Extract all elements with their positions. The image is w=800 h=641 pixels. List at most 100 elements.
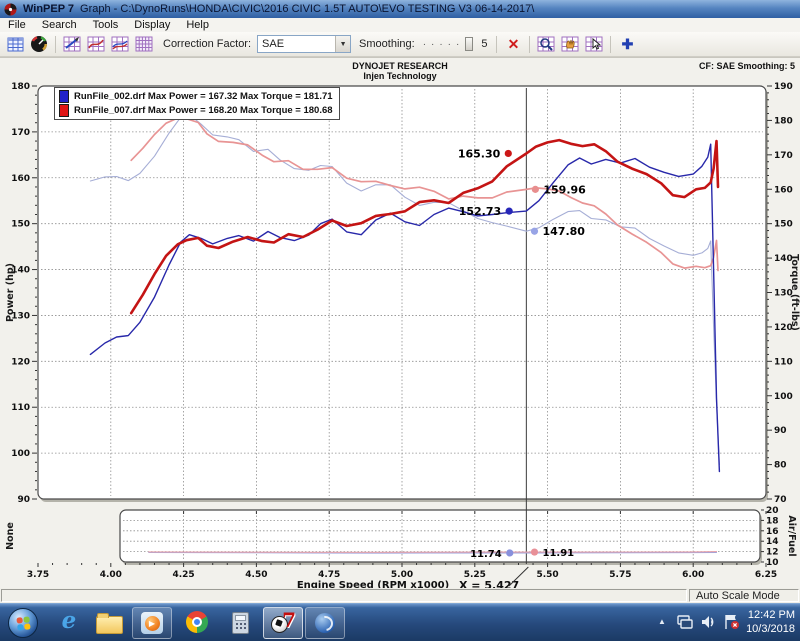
taskbar-dynojet-app-button[interactable] — [305, 607, 345, 639]
cursor-dot-torque — [532, 186, 539, 193]
afr-tick-label: 16 — [766, 527, 779, 537]
graph-grid-icon[interactable] — [4, 34, 26, 54]
gauge-icon[interactable] — [28, 34, 50, 54]
window-title: Graph - C:\DynoRuns\HONDA\CIVIC\2016 CIV… — [80, 3, 534, 15]
graph-multi-icon[interactable] — [133, 34, 155, 54]
title-bar: WinPEP 7 Graph - C:\DynoRuns\HONDA\CIVIC… — [0, 0, 800, 18]
clock-date: 10/3/2018 — [746, 622, 795, 636]
slider-handle[interactable] — [465, 37, 473, 51]
x-tick-label: 5.50 — [536, 570, 558, 580]
desktop: { "window": { "app_name": "WinPEP 7", "t… — [0, 0, 800, 640]
x-tick-label: 4.50 — [245, 570, 267, 580]
menu-bar: File Search Tools Display Help — [0, 18, 800, 33]
action-center-flag-icon[interactable] — [726, 615, 739, 629]
toolbar-separator — [55, 36, 56, 53]
menu-file[interactable]: File — [0, 19, 34, 31]
taskbar-chrome-icon[interactable] — [186, 611, 208, 633]
menu-help[interactable]: Help — [178, 19, 217, 31]
chart-settings-readout: CF: SAE Smoothing: 5 — [699, 61, 795, 71]
zoom-graph-icon[interactable] — [535, 34, 557, 54]
x-tick-label: 4.00 — [100, 570, 122, 580]
graph-view: 9010011012013014015016017018070809010011… — [0, 57, 800, 589]
cursor-dot-power — [505, 150, 512, 157]
slider-ticks: ····· — [423, 39, 465, 50]
afr-tick-label: 20 — [766, 506, 779, 516]
scale-mode-indicator: Auto Scale Mode — [689, 589, 799, 602]
x-tick-label: 5.00 — [391, 570, 413, 580]
chart-title: DYNOJET RESEARCH — [0, 61, 800, 71]
afr-tick-label: 12 — [766, 548, 779, 558]
torque-tick-label: 150 — [774, 220, 793, 230]
taskbar-internet-explorer-icon[interactable]: e — [56, 607, 82, 635]
legend-swatch — [59, 90, 69, 103]
taskbar-clock[interactable]: 12:42 PM 10/3/2018 — [746, 608, 795, 636]
graph-compare-icon[interactable] — [109, 34, 131, 54]
winpep-seven-glyph: 7 — [282, 608, 296, 632]
power-tick-label: 150 — [11, 220, 30, 230]
pan-graph-icon[interactable] — [559, 34, 581, 54]
delete-graph-icon[interactable]: ✕ — [502, 34, 524, 54]
toolbar: Correction Factor: SAE ▼ Smoothing: ····… — [0, 32, 800, 57]
correction-factor-value: SAE — [258, 38, 335, 50]
torque-tick-label: 80 — [774, 461, 787, 471]
app-name: WinPEP 7 — [23, 3, 74, 15]
power-tick-label: 100 — [11, 449, 30, 459]
volume-icon[interactable] — [702, 616, 713, 628]
play-icon: ▶ — [145, 616, 160, 631]
cursor-value-afr: 11.74 — [470, 549, 502, 560]
legend-row: RunFile_007.drf Max Power = 168.20 Max T… — [59, 104, 333, 117]
cursor-dot-power — [506, 208, 513, 215]
crosshair-icon[interactable]: ✚ — [616, 34, 638, 54]
smoothing-slider[interactable]: ····· — [423, 37, 474, 51]
afr-plot[interactable] — [120, 510, 760, 562]
cursor-value-afr: 11.91 — [542, 548, 574, 559]
afr-tick-label: 14 — [766, 537, 779, 547]
menu-search[interactable]: Search — [34, 19, 85, 31]
taskbar-media-player-button[interactable]: ▶ — [132, 607, 172, 639]
windows-flag-icon — [16, 616, 30, 630]
graph-curve-icon[interactable] — [85, 34, 107, 54]
chart-subtitle: Injen Technology — [0, 71, 800, 81]
torque-tick-label: 190 — [774, 82, 793, 92]
status-segment — [1, 589, 687, 602]
torque-tick-label: 70 — [774, 495, 787, 505]
taskbar-winpep-button[interactable]: 7 — [263, 607, 303, 639]
select-graph-icon[interactable] — [583, 34, 605, 54]
status-bar: Auto Scale Mode — [0, 588, 800, 603]
x-tick-label: 6.00 — [682, 570, 704, 580]
afr-axis-label: Air/Fuel — [786, 515, 797, 556]
cursor-value-torque: 147.80 — [542, 225, 585, 238]
dyno-graph-canvas[interactable]: 9010011012013014015016017018070809010011… — [0, 58, 800, 589]
correction-factor-label: Correction Factor: — [163, 38, 251, 50]
smoothing-label: Smoothing: — [359, 38, 415, 50]
correction-factor-dropdown[interactable]: SAE ▼ — [257, 35, 351, 53]
menu-tools[interactable]: Tools — [85, 19, 127, 31]
winpep-icon: 7 — [268, 610, 298, 636]
power-tick-label: 110 — [11, 403, 30, 413]
cursor-value-power: 165.30 — [458, 147, 501, 160]
system-tray-icons[interactable] — [676, 612, 748, 634]
power-tick-label: 120 — [11, 357, 30, 367]
legend-swatch — [59, 104, 69, 117]
graph-new-icon[interactable] — [61, 34, 83, 54]
tray-expand-icon[interactable]: ▲ — [658, 617, 666, 626]
toolbar-separator — [529, 36, 530, 53]
power-axis-label: Power (hp) — [5, 263, 16, 322]
torque-axis-label: Torque (ft-lbs) — [789, 254, 800, 331]
torque-tick-label: 180 — [774, 116, 793, 126]
toolbar-separator — [610, 36, 611, 53]
cursor-dot-torque — [531, 228, 538, 235]
chevron-down-icon[interactable]: ▼ — [335, 36, 350, 52]
legend-text: RunFile_002.drf Max Power = 167.32 Max T… — [74, 91, 333, 102]
menu-display[interactable]: Display — [126, 19, 178, 31]
taskbar-calculator-icon[interactable] — [232, 612, 249, 634]
start-button[interactable] — [8, 608, 38, 638]
taskbar-explorer-icon[interactable] — [96, 616, 123, 634]
network-icon[interactable] — [678, 616, 692, 628]
media-player-icon: ▶ — [141, 612, 163, 634]
torque-tick-label: 160 — [774, 185, 793, 195]
dynojet-app-icon — [315, 613, 335, 633]
afr-left-axis-label: None — [5, 522, 16, 550]
x-tick-label: 3.75 — [27, 570, 49, 580]
afr-tick-label: 10 — [766, 558, 779, 568]
